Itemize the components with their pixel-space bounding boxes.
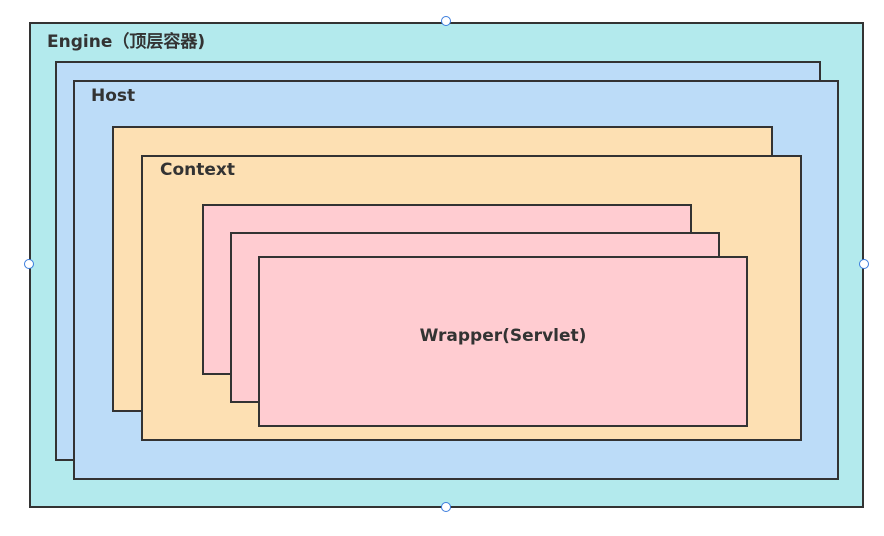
host-label: Host (91, 86, 136, 106)
context-label: Context (160, 160, 236, 180)
resize-handle-right[interactable] (859, 259, 869, 269)
wrapper-label: Wrapper(Servlet) (419, 326, 587, 346)
engine-label: Engine（顶层容器) (47, 32, 206, 52)
resize-handle-left[interactable] (24, 259, 34, 269)
resize-handle-bottom[interactable] (441, 502, 451, 512)
resize-handle-top[interactable] (441, 16, 451, 26)
